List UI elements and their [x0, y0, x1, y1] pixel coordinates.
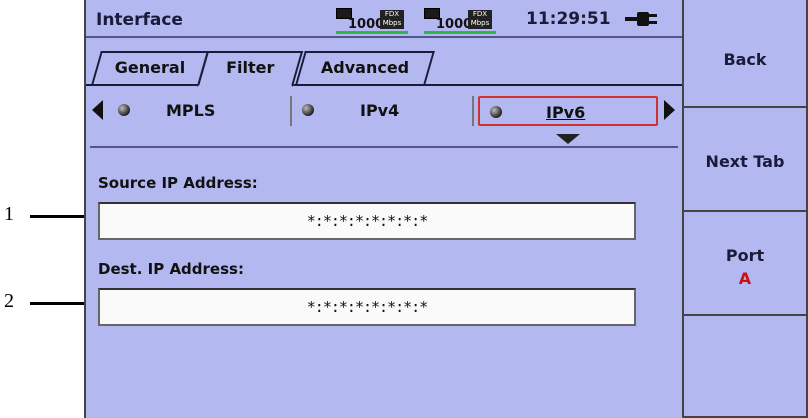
filter-panel: Source IP Address: *:*:*:*:*:*:*:* Dest.… — [90, 146, 678, 418]
triangle-right-icon[interactable] — [664, 100, 675, 120]
protocol-label: MPLS — [166, 101, 216, 120]
dest-ip-label: Dest. IP Address: — [98, 260, 244, 278]
next-tab-button-label: Next Tab — [705, 152, 785, 171]
tab-label: Advanced — [320, 58, 410, 77]
back-button-label: Back — [723, 50, 767, 69]
status-bar: Interface 1000 FDX Mbps 1000 FDX Mbps 11… — [86, 0, 682, 38]
triangle-left-icon[interactable] — [92, 100, 103, 120]
callout-number-2: 2 — [4, 290, 14, 312]
tab-advanced[interactable]: Advanced — [295, 51, 435, 85]
led-icon — [490, 106, 502, 118]
source-ip-field[interactable]: *:*:*:*:*:*:*:* — [98, 202, 636, 240]
link-status-bar — [424, 31, 496, 34]
duplex-label: FDX — [384, 10, 400, 18]
duplex-badge: FDX Mbps — [380, 10, 404, 29]
source-ip-label: Source IP Address: — [98, 174, 258, 192]
port-value: A — [738, 269, 752, 288]
protocol-label: IPv4 — [360, 101, 400, 120]
back-button[interactable]: Back — [682, 0, 806, 108]
plug-icon — [625, 12, 657, 26]
tab-label: Filter — [226, 58, 275, 77]
callout-number-1: 1 — [4, 203, 14, 225]
led-icon — [302, 104, 314, 116]
softkey-panel: Back Next Tab Port A — [682, 0, 806, 418]
protocol-label: IPv6 — [546, 103, 586, 122]
led-icon — [118, 104, 130, 116]
unit-label: Mbps — [382, 19, 402, 27]
window-title: Interface — [96, 10, 183, 30]
device-window: Interface 1000 FDX Mbps 1000 FDX Mbps 11… — [84, 0, 808, 418]
dest-ip-value: *:*:*:*:*:*:*:* — [306, 298, 428, 316]
duplex-badge: FDX Mbps — [468, 10, 492, 29]
tab-bar: General Filter Advanced — [86, 38, 682, 88]
port-button[interactable]: Port A — [682, 212, 806, 316]
next-tab-button[interactable]: Next Tab — [682, 108, 806, 212]
link-indicator-1: 1000 FDX Mbps — [336, 8, 416, 34]
clock: 11:29:51 — [526, 9, 611, 29]
protocol-selector: MPLS IPv4 IPv6 — [86, 90, 682, 130]
dest-ip-field[interactable]: *:*:*:*:*:*:*:* — [98, 288, 636, 326]
tab-general[interactable]: General — [91, 51, 209, 85]
link-speed: 1000 — [348, 17, 385, 32]
main-screen: Interface 1000 FDX Mbps 1000 FDX Mbps 11… — [86, 0, 682, 418]
callout-line-1 — [30, 215, 86, 218]
protocol-ipv6[interactable]: IPv6 — [478, 96, 658, 126]
link-status-bar — [336, 31, 408, 34]
callout-line-2 — [30, 302, 86, 305]
link-speed: 1000 — [436, 17, 473, 32]
protocol-mpls[interactable]: MPLS — [108, 96, 292, 126]
empty-softkey[interactable] — [682, 316, 806, 418]
tab-label: General — [114, 58, 186, 77]
source-ip-value: *:*:*:*:*:*:*:* — [306, 212, 428, 230]
unit-label: Mbps — [470, 19, 490, 27]
protocol-ipv4[interactable]: IPv4 — [292, 96, 474, 126]
selection-marker-icon — [556, 134, 580, 144]
tab-divider — [86, 84, 682, 86]
link-indicator-2: 1000 FDX Mbps — [424, 8, 504, 34]
port-button-label: Port — [725, 246, 765, 265]
duplex-label: FDX — [472, 10, 488, 18]
tab-filter[interactable]: Filter — [196, 51, 304, 87]
